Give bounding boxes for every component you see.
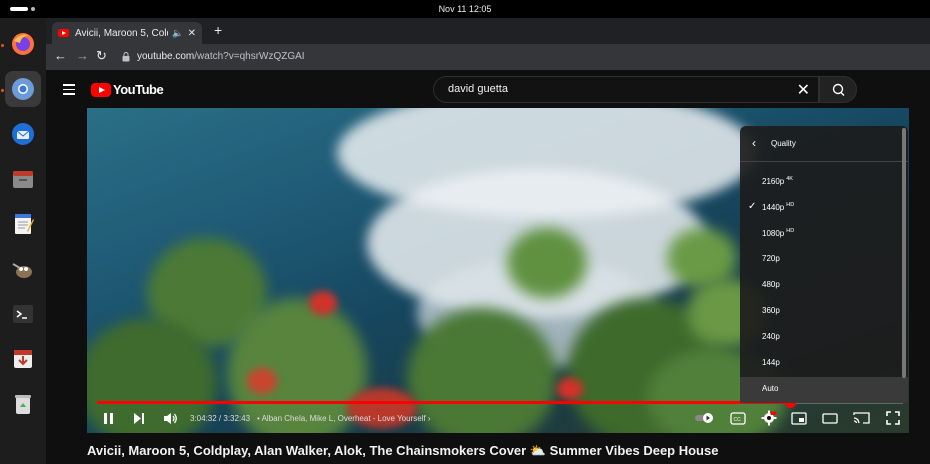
youtube-header: YouTube david guetta ✕: [46, 70, 930, 108]
dock: [0, 18, 46, 464]
captions-icon[interactable]: CC: [730, 412, 746, 425]
quality-menu: ‹ Quality 2160p 4K ✓ 1440p HD 1080p HD 720p 480p…: [740, 126, 908, 403]
video-title: Avicii, Maroon 5, Coldplay, Alan Walker,…: [87, 443, 719, 458]
quality-option[interactable]: 2160p 4K: [740, 169, 908, 195]
autoplay-toggle[interactable]: [694, 412, 716, 424]
time-current: 3:04:32: [190, 414, 217, 423]
close-tab-icon[interactable]: ✕: [188, 28, 196, 39]
reload-icon[interactable]: ↻: [96, 49, 107, 63]
svg-text:CC: CC: [734, 417, 742, 423]
quality-option-label: 240p: [762, 332, 780, 341]
quality-option-label: 360p: [762, 306, 780, 315]
quality-badge: HD: [786, 228, 795, 234]
search-input[interactable]: david guetta ✕: [433, 76, 819, 103]
settings-gear-icon[interactable]: [761, 410, 777, 426]
quality-option[interactable]: 1080p HD: [740, 221, 908, 247]
chapter-label: Alban Chela, Mike L, Overheat - Love You…: [261, 414, 426, 423]
text-editor-icon[interactable]: [5, 206, 41, 242]
fullscreen-icon[interactable]: [886, 411, 900, 425]
search-icon: [832, 83, 845, 96]
quality-option-label: 720p: [762, 254, 780, 263]
address-bar[interactable]: youtube.com/watch?v=qhsrWzQZGAI: [137, 51, 305, 62]
checkmark-icon: ✓: [748, 201, 757, 212]
search-value: david guetta: [448, 83, 508, 95]
desktop: Nov 11 12:05 Avicii, Maroon 5, Col 🔈 ✕ +…: [0, 0, 930, 464]
time-total: 3:32:43: [223, 414, 251, 423]
volume-icon[interactable]: [163, 411, 178, 426]
clock[interactable]: Nov 11 12:05: [0, 4, 930, 14]
quality-option-label: 2160p 4K: [762, 176, 793, 186]
youtube-logo-text: YouTube: [113, 82, 164, 97]
quality-option-label: 144p: [762, 358, 780, 367]
firefox-icon[interactable]: [5, 26, 41, 62]
theater-mode-icon[interactable]: [822, 412, 838, 425]
quality-option-label: 1080p HD: [762, 228, 795, 238]
next-icon[interactable]: [133, 412, 145, 425]
video-frame-flower: [309, 291, 337, 315]
player-controls: 3:04:32 / 3:32:43 • Alban Chela, Mike L,…: [87, 405, 909, 433]
lock-icon[interactable]: [122, 52, 130, 62]
back-arrow-icon[interactable]: ←: [54, 49, 67, 63]
forward-arrow-icon[interactable]: →: [76, 49, 89, 63]
browser-tab-bar: Avicii, Maroon 5, Coldplay 🔈 ✕ +: [46, 18, 930, 44]
menu-icon[interactable]: [63, 84, 75, 95]
youtube-favicon-icon: [58, 29, 69, 37]
new-tab-button[interactable]: +: [214, 23, 222, 37]
browser-tab[interactable]: Avicii, Maroon 5, Coldplay 🔈 ✕: [52, 22, 202, 44]
browser-toolbar: ← → ↻ youtube.com/watch?v=qhsrWzQZGAI: [46, 44, 930, 70]
running-indicator: [1, 89, 4, 92]
video-frame-flower: [557, 378, 583, 400]
quality-menu-scrollbar[interactable]: [902, 128, 906, 378]
video-frame-flower: [247, 368, 277, 394]
quality-option[interactable]: 144p: [740, 351, 908, 377]
files-icon[interactable]: [5, 161, 41, 197]
tab-title: Avicii, Maroon 5, Coldplay: [75, 27, 168, 39]
thunderbird-icon[interactable]: [5, 116, 41, 152]
quality-option[interactable]: 360p: [740, 299, 908, 325]
quality-option-label: 480p: [762, 280, 780, 289]
pause-icon[interactable]: [103, 412, 115, 425]
system-top-bar: Nov 11 12:05: [0, 0, 930, 18]
miniplayer-icon[interactable]: [791, 412, 807, 425]
quality-menu-header[interactable]: ‹ Quality: [740, 126, 908, 162]
video-frame-leaf: [507, 228, 587, 298]
quality-option[interactable]: Auto: [740, 377, 908, 403]
quality-option[interactable]: ✓ 1440p HD: [740, 195, 908, 221]
audio-playing-icon[interactable]: 🔈: [172, 28, 183, 39]
software-updater-icon[interactable]: [5, 341, 41, 377]
chromium-icon[interactable]: [5, 71, 41, 107]
search-button[interactable]: [819, 76, 857, 103]
quality-badge: HD: [786, 202, 795, 208]
cast-icon[interactable]: [853, 411, 870, 425]
quality-option-label: Auto: [762, 384, 779, 393]
chapter-title[interactable]: • Alban Chela, Mike L, Overheat - Love Y…: [257, 414, 431, 423]
url-host: youtube.com: [137, 51, 195, 62]
youtube-play-logo-icon: [91, 82, 111, 97]
url-path: /watch?v=qhsrWzQZGAI: [194, 51, 305, 62]
quality-badge: 4K: [786, 176, 793, 182]
quality-menu-title: Quality: [771, 139, 796, 148]
running-indicator: [1, 44, 4, 47]
clear-search-icon[interactable]: ✕: [797, 80, 810, 100]
youtube-logo[interactable]: YouTube: [91, 82, 164, 97]
quality-option[interactable]: 240p: [740, 325, 908, 351]
quality-option[interactable]: 480p: [740, 273, 908, 299]
quality-option[interactable]: 720p: [740, 247, 908, 273]
time-display: 3:04:32 / 3:32:43: [190, 414, 251, 423]
quality-option-label: 1440p HD: [762, 202, 795, 212]
seek-bar-played: [97, 401, 791, 404]
gimp-icon[interactable]: [5, 251, 41, 287]
back-chevron-icon[interactable]: ‹: [752, 136, 756, 150]
trash-icon[interactable]: [5, 386, 41, 422]
terminal-icon[interactable]: [5, 296, 41, 332]
